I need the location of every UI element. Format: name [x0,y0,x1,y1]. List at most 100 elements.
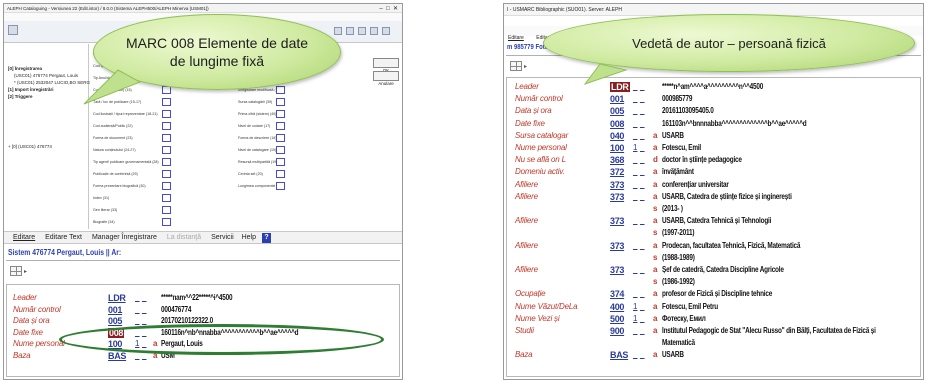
form-field-input[interactable] [162,110,171,118]
record-row[interactable]: s (1988-1989) [515,253,920,265]
field-indicator[interactable]: 1 [633,302,637,311]
field-indicator-2[interactable]: _ [640,241,644,250]
field-indicator-2[interactable]: _ [640,180,644,189]
field-value[interactable]: Fotescu, Emil Petru [662,302,718,311]
record-row[interactable]: Matematică [515,338,920,350]
field-indicator[interactable]: _ [633,94,637,103]
field-value[interactable]: (2013- ) [662,204,683,213]
form-field-input[interactable] [162,218,171,226]
right-scroll-arrow-icon[interactable]: ▸ [524,63,527,70]
field-value[interactable]: profesor de Fizică și Discipline tehnice [662,289,772,298]
field-tag[interactable]: 372 [610,167,624,177]
grid-view-icon[interactable] [10,266,22,276]
tree-item[interactable]: (USC01) 476774 Pergaut, Louis [14,73,78,78]
field-value[interactable]: USARB [662,350,684,359]
record-row[interactable]: Sursa catalogar 040 _ _ a USARB [515,131,920,143]
field-indicator[interactable]: 1 [633,143,637,152]
field-tag[interactable]: 400 [610,302,624,312]
field-tag[interactable]: 001 [108,305,122,315]
field-tag[interactable]: 500 [610,314,624,324]
field-tag[interactable]: 008 [610,119,624,129]
field-indicator[interactable]: _ [633,265,637,274]
record-row[interactable]: Nume personal 100 1 _ a Fotescu, Emil [515,143,920,155]
record-row[interactable]: Afiliere 373 _ _ a Prodecan, facultatea Tehni… [515,241,920,253]
field-tag[interactable]: LDR [108,293,126,303]
field-indicator-2[interactable]: _ [640,94,644,103]
field-value[interactable]: USARB, Catedra de științe fizice și ingi… [662,192,792,201]
record-row[interactable]: Studii 900 _ _ a Institutul Pedagogic de Stat… [515,326,920,338]
form-field-input[interactable] [162,182,171,190]
form-field-input[interactable] [276,110,285,118]
field-value[interactable]: *****nam^^22*****^i^4500 [161,293,233,302]
field-value[interactable]: Prodecan, facultatea Tehnică, Fizică, Ma… [662,241,800,250]
toolbar-icon-1[interactable] [8,25,18,35]
record-row[interactable]: Număr control 001 _ _ 000476774 [13,305,393,317]
field-tag[interactable]: 374 [610,289,624,299]
field-tag[interactable]: 373 [610,180,624,190]
field-indicator-2[interactable]: _ [640,106,644,115]
field-indicator-2[interactable]: _ [640,216,644,225]
menu-item-editare[interactable]: Editare [508,35,524,41]
field-indicator-2[interactable]: _ [142,293,146,302]
field-indicator[interactable]: _ [633,131,637,140]
record-row[interactable]: s (2013- ) [515,204,920,216]
field-indicator[interactable]: _ [633,289,637,298]
field-indicator[interactable]: _ [633,180,637,189]
field-value[interactable]: Фотеску, Емил [662,314,706,323]
field-indicator-2[interactable]: _ [142,316,146,325]
tree-item[interactable]: * (USC01) 2532047 LUCIO,BO SERG [14,80,90,85]
field-value[interactable]: 161103n^^bnnnabba^^^^^^^^^^^^^b^^ae^^^^^… [662,119,807,128]
field-indicator-2[interactable]: _ [640,289,644,298]
record-row[interactable]: Ocupație 374 _ _ a profesor de Fizică și Disc… [515,289,920,301]
field-indicator[interactable]: _ [633,192,637,201]
field-indicator[interactable]: _ [135,316,139,325]
field-value[interactable]: Institutul Pedagogic de Stat "Alecu Russ… [662,326,876,335]
toolbar-icon-2[interactable] [334,27,342,35]
field-value[interactable]: (1986-1992) [662,277,695,286]
record-row[interactable]: Data și ora 005 _ _ 20161103095405.0 [515,106,920,118]
record-row[interactable]: Nume Văzut/DeLa 400 1 _ a Fotescu, Emil Petru [515,302,920,314]
field-value[interactable]: Matematică [662,338,695,347]
field-value[interactable]: 000985779 [662,94,692,103]
scroll-arrow-icon[interactable]: ▸ [24,268,27,275]
tab-manager-inregistrare[interactable]: Manager Înregistrare [92,234,157,241]
field-indicator-2[interactable]: _ [640,155,644,164]
toolbar-icon-5[interactable] [370,27,378,35]
form-field-input[interactable] [276,86,285,94]
field-indicator[interactable]: _ [633,106,637,115]
record-row[interactable]: Afiliere 373 _ _ a USARB, Catedra de științe … [515,192,920,204]
form-field-input[interactable] [162,170,171,178]
field-indicator[interactable]: _ [135,305,139,314]
tab-help[interactable]: Help [242,234,256,241]
field-indicator-2[interactable]: _ [640,167,644,176]
field-indicator-2[interactable]: _ [640,131,644,140]
field-tag[interactable]: 900 [610,326,624,336]
field-value[interactable]: Fotescu, Emil [662,143,701,152]
field-tag[interactable]: LDR [610,82,630,92]
field-indicator-2[interactable]: _ [640,143,644,152]
tree-footer[interactable]: + [0] (USC01) 476774 [8,144,52,149]
tree-item[interactable]: [2] Triggere [8,94,33,99]
record-row[interactable]: Baza BAS _ _ a USARB [515,350,920,362]
toolbar-icon-4[interactable] [358,27,366,35]
field-value[interactable]: USARB, Catedra Tehnică și Tehnologii [662,216,771,225]
field-value[interactable]: *****n^am^^^^a^^^^^^^^^n^^4500 [662,82,763,91]
field-tag[interactable]: BAS [610,350,628,360]
tab-editare[interactable]: Editare [13,234,35,241]
record-row[interactable]: Domeniu activ. 372 _ _ a învățământ [515,167,920,179]
record-row[interactable]: s (1997-2011) [515,228,920,240]
field-indicator-2[interactable]: _ [142,305,146,314]
field-tag[interactable]: 040 [610,131,624,141]
field-indicator-2[interactable]: _ [640,265,644,274]
field-indicator-2[interactable]: _ [640,350,644,359]
field-indicator-2[interactable]: _ [640,326,644,335]
tree-item[interactable]: [0] Înregistrarea [8,66,42,71]
field-indicator-2[interactable]: _ [640,82,644,91]
form-field-input[interactable] [276,122,285,130]
form-field-input[interactable] [162,98,171,106]
field-indicator[interactable]: _ [633,167,637,176]
form-field-input[interactable] [276,182,285,190]
field-indicator[interactable]: _ [633,119,637,128]
form-field-input[interactable] [162,134,171,142]
form-field-input[interactable] [162,206,171,214]
